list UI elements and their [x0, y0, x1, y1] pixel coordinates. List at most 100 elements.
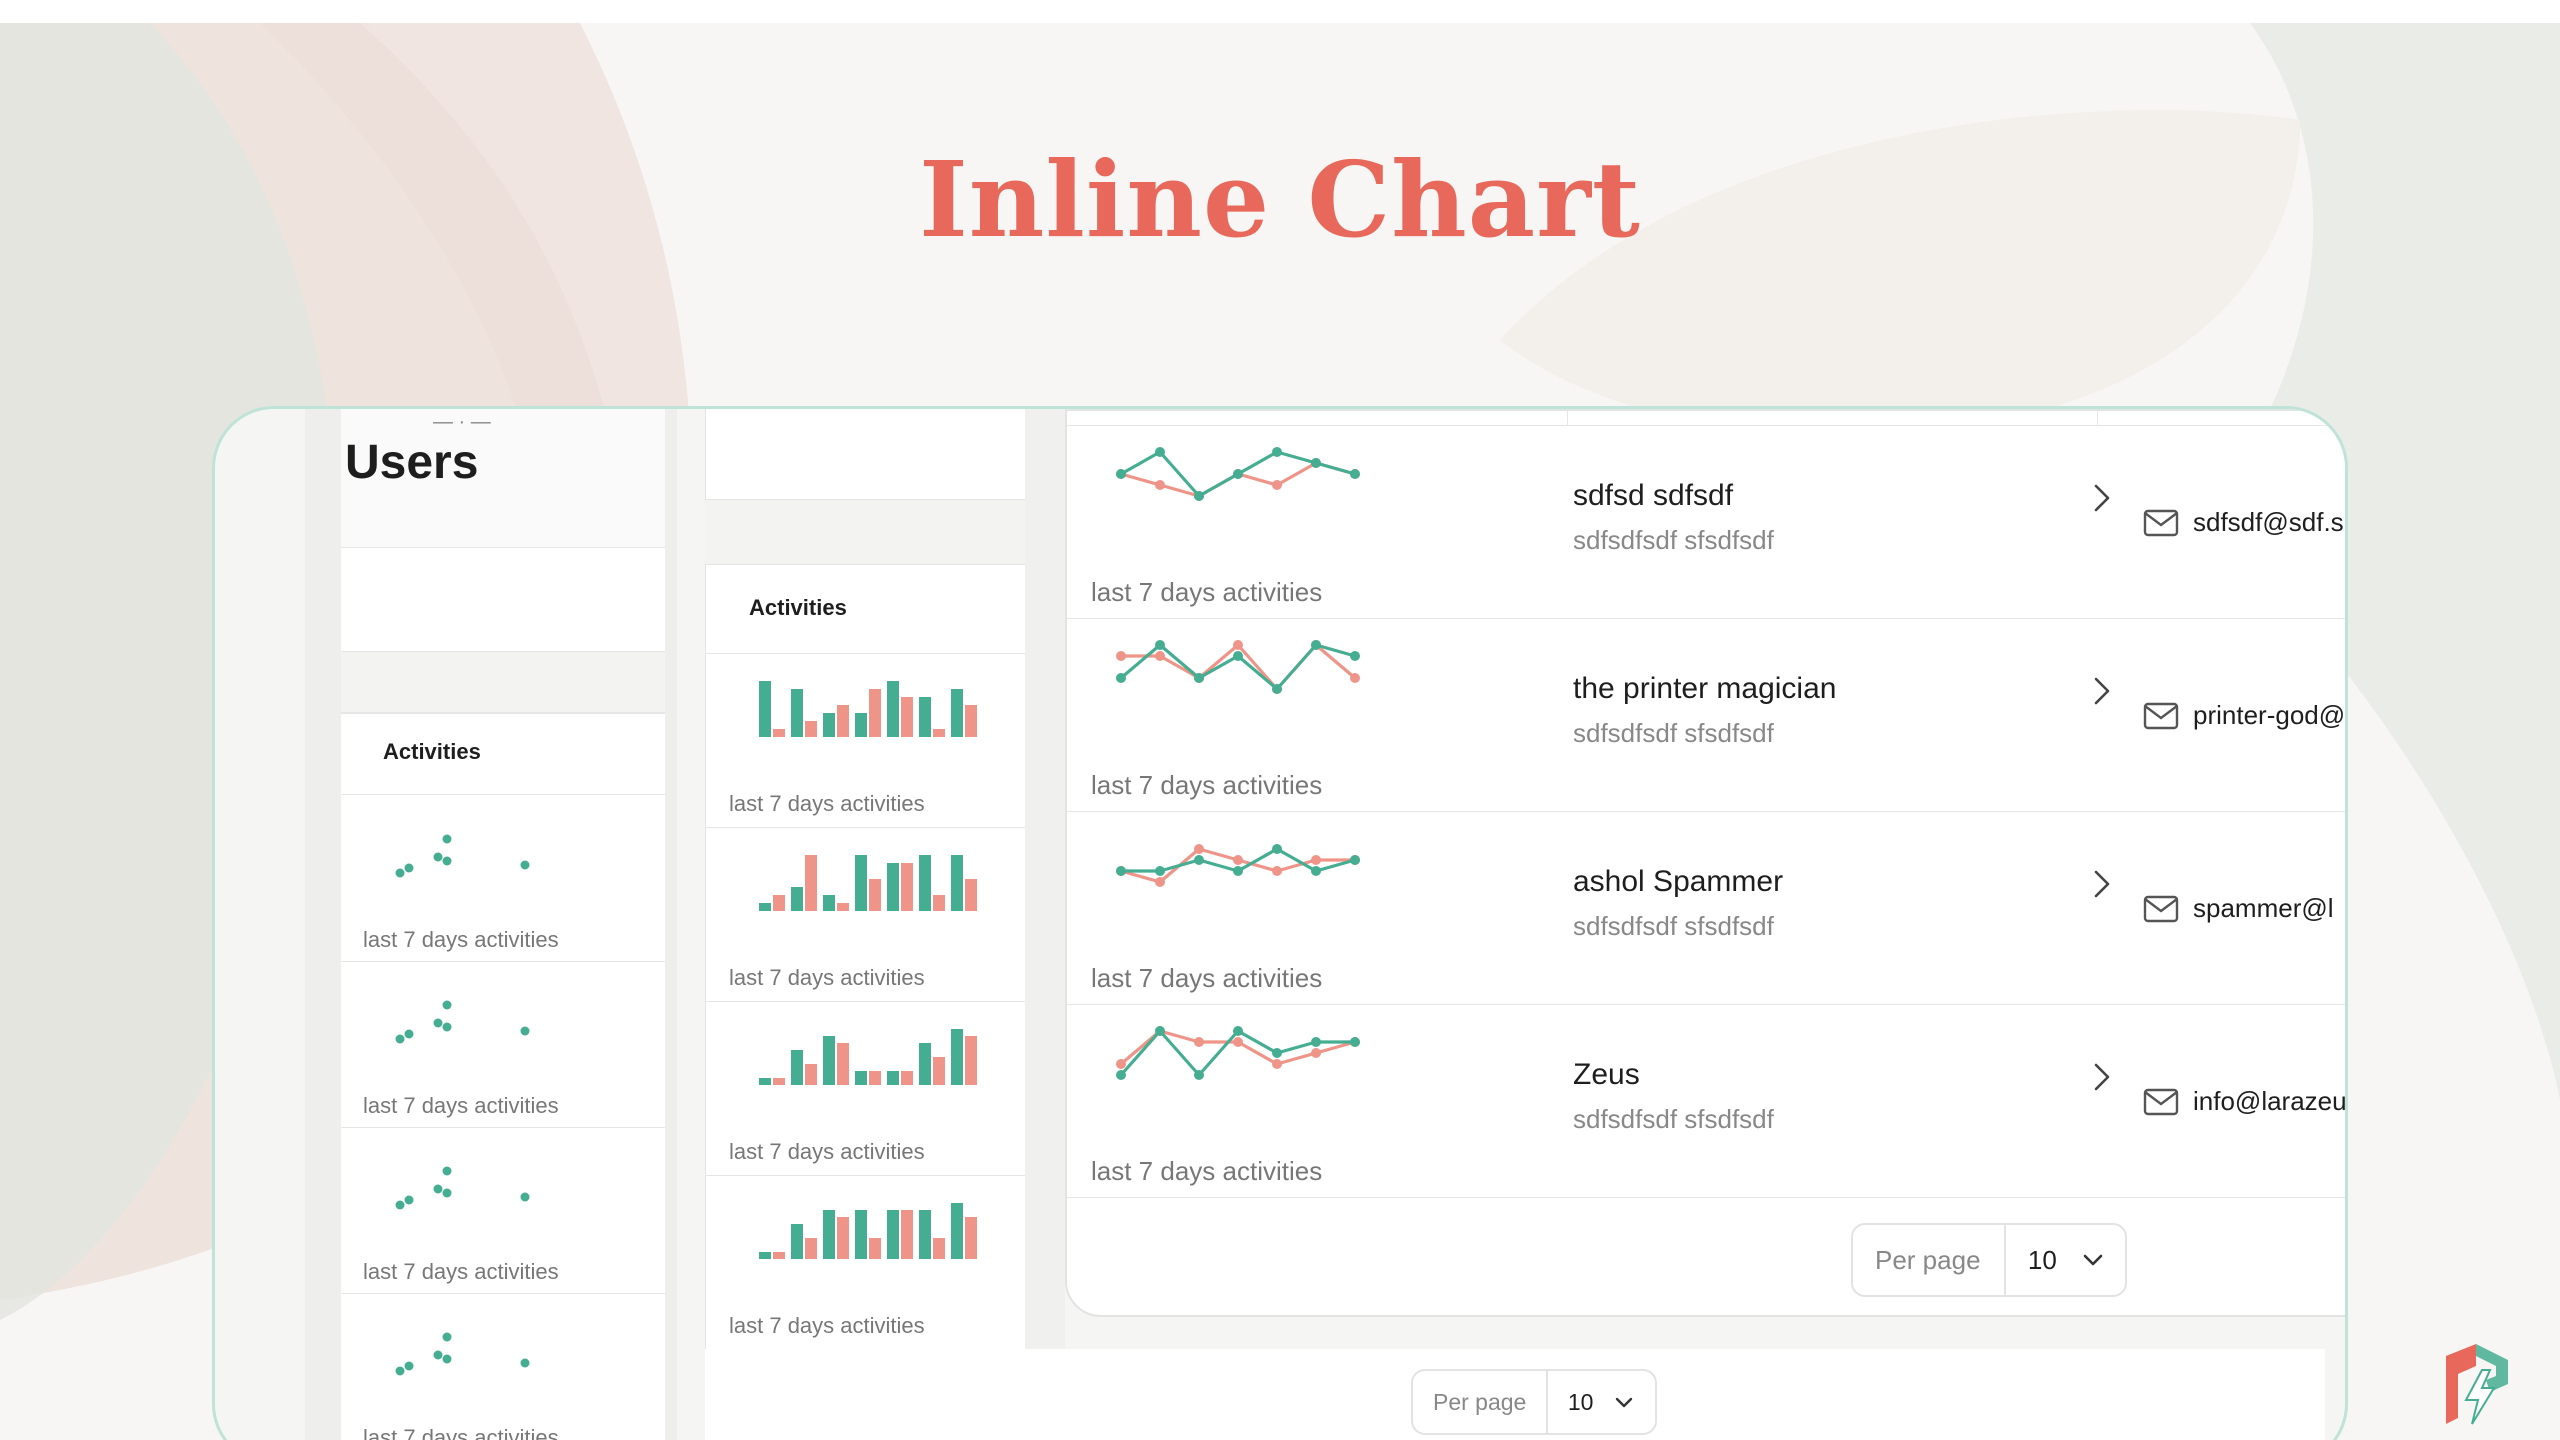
bar: [823, 1210, 835, 1259]
scatter-point: [433, 1350, 443, 1360]
series-point: [1311, 866, 1321, 876]
scatter-chart: [395, 834, 530, 878]
chevron-right-icon[interactable]: [2091, 1062, 2113, 1092]
line-chart-series: [1116, 1026, 1360, 1080]
bar: [823, 895, 835, 911]
bar: [773, 729, 785, 737]
bar: [951, 1029, 963, 1085]
table-row[interactable]: last 7 days activities sdfsd sdfsdf sdfs…: [1067, 425, 2345, 618]
series-point: [1116, 1059, 1126, 1069]
scatter-point: [442, 1332, 452, 1342]
scatter-point: [442, 1000, 452, 1010]
series-point: [1194, 673, 1204, 683]
activity-caption: last 7 days activities: [363, 927, 559, 952]
series-point: [1311, 1037, 1321, 1047]
series-point: [1272, 684, 1282, 694]
per-page-label: Per page: [1853, 1225, 2006, 1295]
series-point: [1350, 469, 1360, 479]
scatter-point: [442, 1188, 452, 1198]
user-email[interactable]: spammer@l: [2193, 893, 2334, 924]
bar: [951, 1203, 963, 1259]
scatter-point: [395, 1034, 405, 1044]
scatter-point: [442, 1354, 452, 1364]
user-email[interactable]: printer-god@: [2193, 700, 2345, 731]
bar: [837, 903, 849, 911]
table-row[interactable]: last 7 days activities the printer magic…: [1067, 618, 2345, 811]
mail-icon[interactable]: [2143, 1088, 2179, 1116]
per-page-select[interactable]: 10: [2006, 1225, 2125, 1295]
user-email[interactable]: sdfsdf@sdf.s: [2193, 507, 2344, 538]
scatter-point: [520, 860, 530, 870]
bar: [823, 1036, 835, 1085]
bar-chart-bars: [759, 855, 977, 911]
scatter-point: [520, 1192, 530, 1202]
bar: [965, 1217, 977, 1259]
series-point: [1311, 458, 1321, 468]
bar: [773, 1252, 785, 1259]
scatter-points: [395, 1332, 530, 1376]
series-point: [1233, 651, 1243, 661]
per-page-selector[interactable]: Per page 10: [1411, 1369, 1657, 1435]
chevron-right-icon[interactable]: [2091, 869, 2113, 899]
screenshot-frame: — · — Users Activities last 7 days activ…: [212, 406, 2348, 1440]
panel-divider: [1025, 409, 1065, 1349]
bar: [773, 1078, 785, 1085]
series-point: [1194, 855, 1204, 865]
mail-icon[interactable]: [2143, 509, 2179, 537]
per-page-select[interactable]: 10: [1548, 1371, 1655, 1433]
user-name: ashol Spammer: [1573, 865, 1784, 898]
hero-title: Inline Chart: [919, 138, 1641, 261]
scatter-point: [442, 1022, 452, 1032]
scatter-point: [404, 1029, 414, 1039]
series-point: [1155, 1026, 1165, 1036]
chevron-right-icon[interactable]: [2091, 483, 2113, 513]
bar: [933, 729, 945, 737]
series-point: [1155, 877, 1165, 887]
per-page-value: 10: [2027, 1244, 2057, 1275]
series-point: [1116, 866, 1126, 876]
user-subtitle: sdfsdfsdf sfsdfsdf: [1573, 718, 1774, 748]
bar: [919, 1043, 931, 1085]
bar: [869, 1071, 881, 1085]
user-name: Zeus: [1573, 1058, 1640, 1091]
scatter-point: [404, 863, 414, 873]
breadcrumb: — · —: [433, 411, 491, 433]
bar: [933, 1057, 945, 1085]
user-email[interactable]: info@larazeu: [2193, 1086, 2345, 1117]
chevron-down-icon[interactable]: [1615, 1397, 1633, 1408]
bar: [901, 1071, 913, 1085]
series-point: [1155, 866, 1165, 876]
mail-icon[interactable]: [2143, 895, 2179, 923]
bar: [837, 1217, 849, 1259]
line-chart: [1116, 844, 1360, 887]
bar: [933, 895, 945, 911]
series-line: [1120, 461, 1356, 498]
series-point: [1233, 1026, 1243, 1036]
bar: [951, 855, 963, 911]
bar: [901, 863, 913, 911]
bar: [759, 903, 771, 911]
bar-chart: [759, 855, 977, 911]
bar-chart-bars: [759, 1203, 977, 1259]
series-point: [1116, 651, 1126, 661]
bar: [919, 697, 931, 737]
bar: [887, 1071, 899, 1085]
bar: [887, 681, 899, 737]
chevron-right-icon[interactable]: [2091, 676, 2113, 706]
scatter-point: [520, 1358, 530, 1368]
series-point: [1272, 1048, 1282, 1058]
mail-icon[interactable]: [2143, 702, 2179, 730]
bar: [919, 1210, 931, 1259]
per-page-label: Per page: [1413, 1371, 1548, 1433]
table-row[interactable]: last 7 days activities Zeus sdfsdfsdf sf…: [1067, 1004, 2345, 1197]
scatter-point: [433, 1018, 443, 1028]
series-point: [1155, 480, 1165, 490]
per-page-selector[interactable]: Per page 10: [1851, 1223, 2127, 1297]
bar: [805, 1064, 817, 1085]
user-name: sdfsd sdfsdf: [1573, 479, 1734, 512]
series-point: [1350, 855, 1360, 865]
table-row[interactable]: last 7 days activities ashol Spammer sdf…: [1067, 811, 2345, 1004]
chevron-down-icon[interactable]: [2083, 1254, 2103, 1266]
user-subtitle: sdfsdfsdf sfsdfsdf: [1573, 911, 1774, 941]
series-point: [1350, 1037, 1360, 1047]
